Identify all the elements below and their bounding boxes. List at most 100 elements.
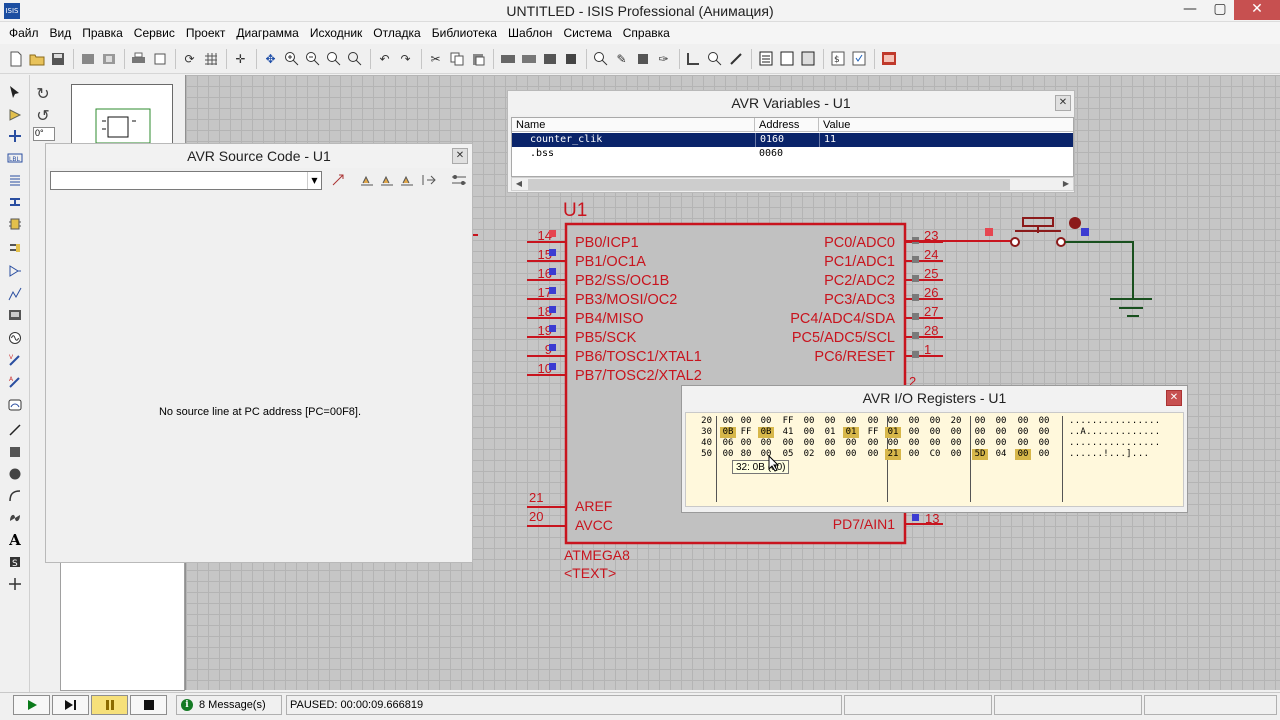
rotation-angle-field[interactable]: 0° xyxy=(33,127,55,141)
register-byte[interactable]: 00 xyxy=(906,416,922,427)
menu-view[interactable]: Вид xyxy=(45,23,77,43)
ground-symbol[interactable] xyxy=(1065,242,1152,316)
register-byte[interactable]: 00 xyxy=(948,438,964,449)
register-byte[interactable]: 00 xyxy=(885,416,901,427)
import-icon[interactable] xyxy=(78,49,97,68)
bus-icon[interactable] xyxy=(5,192,25,212)
menu-design[interactable]: Проект xyxy=(181,23,231,43)
close-icon[interactable]: ✕ xyxy=(1055,95,1071,111)
print-icon[interactable] xyxy=(129,49,148,68)
avr-variables-window[interactable]: AVR Variables - U1 ✕ Name Address Value … xyxy=(507,90,1075,193)
register-byte[interactable]: 00 xyxy=(843,438,859,449)
register-byte[interactable]: C0 xyxy=(927,449,943,460)
register-byte[interactable]: 04 xyxy=(993,449,1009,460)
register-byte[interactable]: 00 xyxy=(1015,449,1031,460)
wire-label-icon[interactable]: LBL xyxy=(5,148,25,168)
register-byte[interactable]: 00 xyxy=(885,438,901,449)
scrollbar-thumb[interactable] xyxy=(528,179,1010,190)
register-byte[interactable]: 00 xyxy=(865,449,881,460)
pause-button[interactable] xyxy=(91,695,128,715)
copy-icon[interactable] xyxy=(447,49,466,68)
zoom-area-icon[interactable] xyxy=(345,49,364,68)
device-selector-list[interactable] xyxy=(60,556,185,691)
register-byte[interactable]: 00 xyxy=(927,427,943,438)
register-byte[interactable]: FF xyxy=(738,427,754,438)
generator-icon[interactable] xyxy=(5,328,25,348)
decompose-icon[interactable]: ✑ xyxy=(654,49,673,68)
table-row[interactable]: counter_clik 0160 11 xyxy=(512,133,1073,147)
register-byte[interactable]: 00 xyxy=(972,416,988,427)
chevron-down-icon[interactable]: ▼ xyxy=(307,172,321,189)
register-byte[interactable]: 00 xyxy=(1015,427,1031,438)
debug-options-icon[interactable] xyxy=(450,171,468,189)
print-area-icon[interactable] xyxy=(150,49,169,68)
tape-recorder-icon[interactable] xyxy=(5,305,25,325)
zoom-all-icon[interactable] xyxy=(324,49,343,68)
avr-source-code-window[interactable]: AVR Source Code - U1 ✕ ▼ No source line … xyxy=(45,143,473,563)
horizontal-scrollbar[interactable]: ◀ ▶ xyxy=(511,177,1074,191)
register-byte[interactable]: 00 xyxy=(822,416,838,427)
register-byte[interactable]: 00 xyxy=(1036,449,1052,460)
current-probe-icon[interactable]: A xyxy=(5,372,25,392)
register-byte[interactable]: 01 xyxy=(843,427,859,438)
circle-2d-icon[interactable] xyxy=(5,464,25,484)
refresh-icon[interactable]: ⟳ xyxy=(180,49,199,68)
register-byte[interactable]: 0B xyxy=(758,427,774,438)
register-byte[interactable]: 00 xyxy=(972,438,988,449)
register-byte[interactable]: 00 xyxy=(993,416,1009,427)
stop-button[interactable] xyxy=(130,695,167,715)
step-to-icon[interactable] xyxy=(398,171,416,189)
save-icon[interactable] xyxy=(48,49,67,68)
menu-template[interactable]: Шаблон xyxy=(503,23,557,43)
step-button[interactable] xyxy=(52,695,89,715)
maximize-icon[interactable]: ▢ xyxy=(1206,0,1234,20)
marker-2d-icon[interactable] xyxy=(5,574,25,594)
symbol-2d-icon[interactable]: S xyxy=(5,552,25,572)
text-script-icon[interactable] xyxy=(5,170,25,190)
register-byte[interactable]: 06 xyxy=(720,438,736,449)
register-byte[interactable]: 00 xyxy=(906,449,922,460)
menu-debug[interactable]: Отладка xyxy=(368,23,425,43)
step-out-icon[interactable] xyxy=(378,171,396,189)
register-byte[interactable]: 00 xyxy=(1036,416,1052,427)
menu-edit[interactable]: Правка xyxy=(77,23,128,43)
make-device-icon[interactable]: ✎ xyxy=(612,49,631,68)
graph-mode-icon[interactable] xyxy=(5,284,25,304)
netlist-to-ares-icon[interactable] xyxy=(879,49,898,68)
block-delete-icon[interactable] xyxy=(561,49,580,68)
register-byte[interactable]: 00 xyxy=(993,427,1009,438)
register-byte[interactable]: 00 xyxy=(927,416,943,427)
redo-icon[interactable]: ↷ xyxy=(396,49,415,68)
register-byte[interactable]: 00 xyxy=(972,427,988,438)
menu-system[interactable]: Система xyxy=(558,23,616,43)
register-byte[interactable]: 00 xyxy=(948,427,964,438)
menu-source[interactable]: Исходник xyxy=(305,23,367,43)
undo-icon[interactable]: ↶ xyxy=(375,49,394,68)
block-copy-icon[interactable] xyxy=(498,49,517,68)
minimize-icon[interactable]: — xyxy=(1176,0,1204,20)
search-tag-icon[interactable] xyxy=(705,49,724,68)
register-byte[interactable]: 00 xyxy=(993,438,1009,449)
virtual-instrument-icon[interactable] xyxy=(5,395,25,415)
menu-file[interactable]: Файл xyxy=(4,23,44,43)
cut-icon[interactable]: ✂ xyxy=(426,49,445,68)
menu-graph[interactable]: Диаграмма xyxy=(231,23,303,43)
step-over-icon[interactable] xyxy=(330,171,348,189)
variables-table[interactable]: Name Address Value counter_clik 0160 11 … xyxy=(511,117,1074,177)
menu-library[interactable]: Библиотека xyxy=(427,23,502,43)
register-byte[interactable]: 05 xyxy=(780,449,796,460)
close-icon[interactable]: ✕ xyxy=(452,148,468,164)
selection-mode-icon[interactable] xyxy=(5,82,25,102)
origin-icon[interactable]: ✛ xyxy=(231,49,250,68)
export-icon[interactable] xyxy=(99,49,118,68)
register-byte[interactable]: 00 xyxy=(948,449,964,460)
register-byte[interactable]: 21 xyxy=(885,449,901,460)
register-byte[interactable]: 00 xyxy=(758,416,774,427)
register-byte[interactable]: 00 xyxy=(927,438,943,449)
play-button[interactable] xyxy=(13,695,50,715)
register-byte[interactable]: 00 xyxy=(801,427,817,438)
avr-io-registers-window[interactable]: AVR I/O Registers - U1 ✕ 20 00 00 00 FF 00 00 0… xyxy=(681,385,1188,513)
table-row[interactable]: .bss 0060 xyxy=(512,147,1073,161)
source-code-pane[interactable]: No source line at PC address [PC=00F8]. xyxy=(48,192,472,562)
new-file-icon[interactable] xyxy=(6,49,25,68)
